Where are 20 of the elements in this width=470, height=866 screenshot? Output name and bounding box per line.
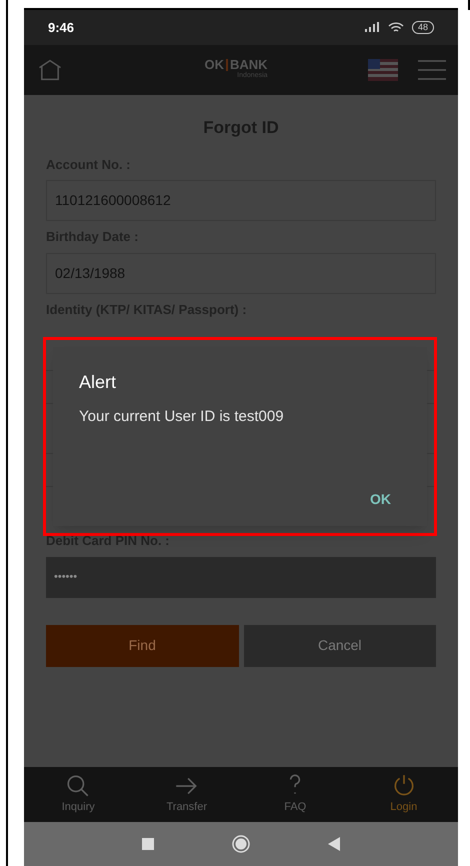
dialog-title: Alert xyxy=(79,371,118,394)
signal-icon xyxy=(364,22,380,33)
nav-tab[interactable]: Inquiry xyxy=(24,767,132,822)
home-icon[interactable] xyxy=(232,835,250,853)
flag-icon[interactable] xyxy=(368,59,398,81)
back-icon[interactable] xyxy=(328,837,340,851)
wifi-icon xyxy=(388,22,404,34)
find-button[interactable]: Find xyxy=(46,624,238,666)
logo-text: BANK xyxy=(230,58,268,72)
ok-button[interactable]: OK xyxy=(370,489,391,510)
nav-tab[interactable]: FAQ xyxy=(241,767,350,822)
logo-text: OK xyxy=(204,58,224,72)
nav-tab[interactable]: Transfer xyxy=(132,767,241,822)
nav-tab[interactable]: Login xyxy=(350,767,458,822)
battery-indicator: 48 xyxy=(412,21,434,34)
status-time: 9:46 xyxy=(48,18,74,37)
dialog-message: Your current User ID is test009 xyxy=(79,407,285,427)
cancel-button[interactable]: Cancel xyxy=(244,624,436,666)
menu-icon[interactable] xyxy=(418,59,446,81)
pin-field[interactable]: •••••• xyxy=(46,556,436,598)
